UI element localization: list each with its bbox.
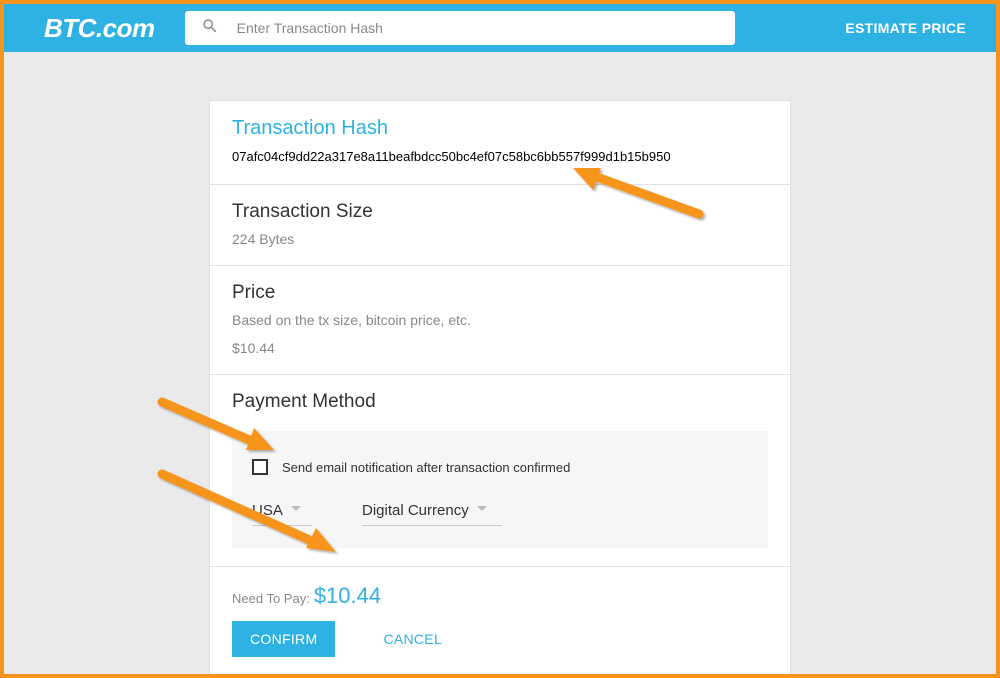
email-checkbox[interactable] (252, 459, 268, 475)
country-select-value: USA (252, 502, 283, 519)
search-icon (195, 17, 237, 40)
app-header: BTC.com ESTIMATE PRICE (4, 4, 996, 52)
transaction-card: Transaction Hash 07afc04cf9dd22a317e8a11… (209, 100, 791, 674)
search-bar[interactable] (185, 11, 735, 45)
method-select-value: Digital Currency (362, 502, 469, 519)
payment-title: Payment Method (232, 391, 768, 413)
need-pay-amount: $10.44 (314, 583, 381, 609)
country-select[interactable]: USA (252, 501, 312, 526)
tx-size-value: 224 Bytes (232, 231, 768, 247)
tx-hash-value: 07afc04cf9dd22a317e8a11beafbdcc50bc4ef07… (232, 148, 768, 166)
tx-size-title: Transaction Size (232, 201, 768, 223)
chevron-down-icon (291, 501, 301, 519)
section-payment-method: Payment Method Send email notification a… (210, 375, 790, 567)
confirm-button[interactable]: CONFIRM (232, 621, 335, 657)
need-pay-label: Need To Pay: (232, 591, 310, 606)
price-value: $10.44 (232, 340, 768, 356)
payment-box: Send email notification after transactio… (232, 431, 768, 548)
chevron-down-icon (477, 501, 487, 519)
price-desc: Based on the tx size, bitcoin price, etc… (232, 312, 768, 328)
section-price: Price Based on the tx size, bitcoin pric… (210, 266, 790, 375)
email-checkbox-label: Send email notification after transactio… (282, 460, 570, 475)
method-select[interactable]: Digital Currency (362, 501, 502, 526)
estimate-price-link[interactable]: ESTIMATE PRICE (845, 20, 966, 36)
email-notification-row: Send email notification after transactio… (252, 459, 748, 475)
logo: BTC.com (44, 13, 155, 44)
price-title: Price (232, 282, 768, 304)
search-input[interactable] (237, 20, 725, 36)
tx-hash-title: Transaction Hash (232, 117, 768, 140)
section-tx-size: Transaction Size 224 Bytes (210, 185, 790, 266)
section-footer: Need To Pay: $10.44 CONFIRM CANCEL (210, 567, 790, 674)
section-tx-hash: Transaction Hash 07afc04cf9dd22a317e8a11… (210, 101, 790, 185)
cancel-button[interactable]: CANCEL (383, 631, 442, 647)
